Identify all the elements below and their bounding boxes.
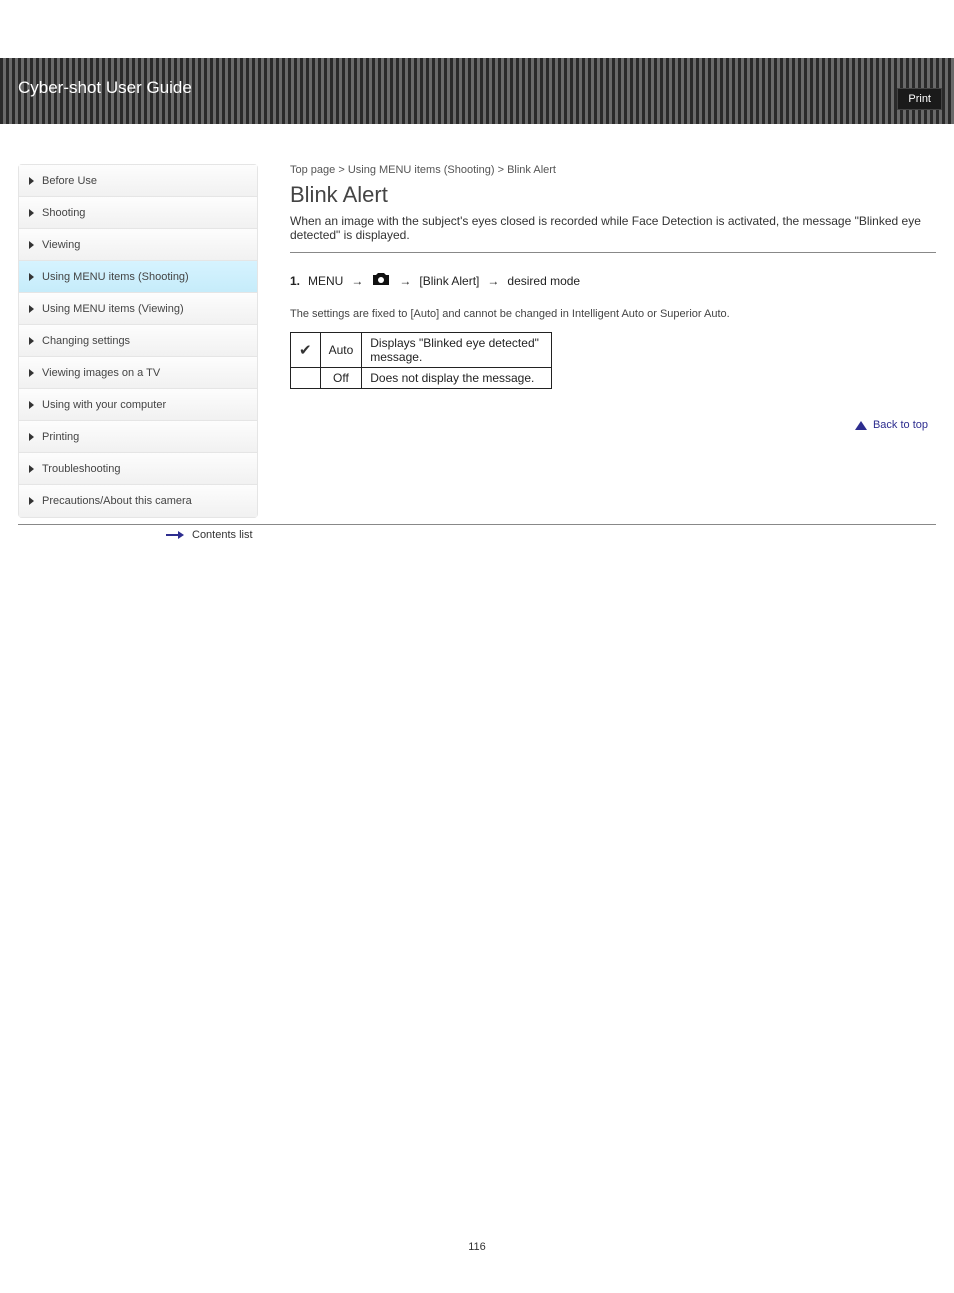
option-desc: Does not display the message. xyxy=(362,368,552,389)
caret-right-icon xyxy=(29,465,34,473)
sidebar-item-label: Viewing images on a TV xyxy=(42,367,160,379)
print-button[interactable]: Print xyxy=(897,88,942,110)
sidebar-item-changing-settings[interactable]: Changing settings xyxy=(19,325,257,357)
caret-right-icon xyxy=(29,369,34,377)
caret-right-icon xyxy=(29,433,34,441)
breadcrumb-part[interactable]: Top page xyxy=(290,164,335,176)
caret-right-icon xyxy=(29,337,34,345)
breadcrumb-part: Blink Alert xyxy=(507,164,556,176)
sidebar-item-menu-viewing[interactable]: Using MENU items (Viewing) xyxy=(19,293,257,325)
sidebar-item-label: Viewing xyxy=(42,239,80,251)
default-check-cell: ✔ xyxy=(291,333,321,368)
arrow-right-icon: → xyxy=(487,274,499,288)
triangle-up-icon xyxy=(855,421,867,430)
sidebar-item-menu-shooting[interactable]: Using MENU items (Shooting) xyxy=(19,261,257,293)
back-to-top-label: Back to top xyxy=(873,419,928,431)
sidebar-item-label: Using with your computer xyxy=(42,399,166,411)
divider xyxy=(290,252,936,253)
header-bar: Cyber-shot User Guide Print xyxy=(0,58,954,124)
caret-right-icon xyxy=(29,273,34,281)
page-title: Blink Alert xyxy=(290,182,936,208)
sidebar-item-before-use[interactable]: Before Use xyxy=(19,165,257,197)
sidebar-item-viewing-tv[interactable]: Viewing images on a TV xyxy=(19,357,257,389)
default-check-cell xyxy=(291,368,321,389)
sidebar-item-precautions[interactable]: Precautions/About this camera xyxy=(19,485,257,517)
caret-right-icon xyxy=(29,177,34,185)
breadcrumb: Top page > Using MENU items (Shooting) >… xyxy=(290,164,936,176)
caret-right-icon xyxy=(29,401,34,409)
sidebar-item-label: Using MENU items (Shooting) xyxy=(42,271,189,283)
sidebar-item-label: Precautions/About this camera xyxy=(42,495,192,507)
table-row: Off Does not display the message. xyxy=(291,368,552,389)
option-label: Auto xyxy=(320,333,362,368)
arrow-right-icon: → xyxy=(399,274,411,288)
arrow-right-icon: → xyxy=(351,274,363,288)
back-to-top-link[interactable]: Back to top xyxy=(290,419,928,431)
sidebar-item-troubleshooting[interactable]: Troubleshooting xyxy=(19,453,257,485)
camera-icon xyxy=(371,271,391,290)
sidebar-item-printing[interactable]: Printing xyxy=(19,421,257,453)
sidebar-item-label: Shooting xyxy=(42,207,85,219)
breadcrumb-part[interactable]: Using MENU items (Shooting) xyxy=(348,164,495,176)
sidebar-item-shooting[interactable]: Shooting xyxy=(19,197,257,229)
sidebar: Before Use Shooting Viewing Using MENU i… xyxy=(18,164,258,518)
sidebar-item-label: Changing settings xyxy=(42,335,130,347)
sidebar-item-label: Before Use xyxy=(42,175,97,187)
content-wrap: Before Use Shooting Viewing Using MENU i… xyxy=(0,124,954,518)
main-content: Top page > Using MENU items (Shooting) >… xyxy=(258,164,936,439)
caret-right-icon xyxy=(29,497,34,505)
sidebar-item-viewing[interactable]: Viewing xyxy=(19,229,257,261)
options-table: ✔ Auto Displays "Blinked eye detected" m… xyxy=(290,332,552,389)
flow-step: MENU xyxy=(308,274,343,288)
footer-line: Contents list xyxy=(18,524,936,541)
option-desc: Displays "Blinked eye detected" message. xyxy=(362,333,552,368)
sidebar-item-label: Troubleshooting xyxy=(42,463,120,475)
instruction-flow: 1. MENU → → [Blink Alert] → desired mode xyxy=(290,271,936,290)
option-label: Off xyxy=(320,368,362,389)
table-row: ✔ Auto Displays "Blinked eye detected" m… xyxy=(291,333,552,368)
caret-right-icon xyxy=(29,209,34,217)
note-text: The settings are fixed to [Auto] and can… xyxy=(290,308,936,320)
flow-step: desired mode xyxy=(507,274,580,288)
sidebar-item-label: Printing xyxy=(42,431,79,443)
sidebar-item-computer[interactable]: Using with your computer xyxy=(19,389,257,421)
contents-link[interactable]: Contents list xyxy=(192,529,253,541)
page-number: 116 xyxy=(0,1241,954,1253)
caret-right-icon xyxy=(29,241,34,249)
sidebar-item-label: Using MENU items (Viewing) xyxy=(42,303,184,315)
arrow-right-icon xyxy=(166,531,184,539)
step-number: 1. xyxy=(290,274,300,288)
check-icon: ✔ xyxy=(299,342,312,359)
header-title: Cyber-shot User Guide xyxy=(18,78,192,98)
flow-step: [Blink Alert] xyxy=(419,274,479,288)
caret-right-icon xyxy=(29,305,34,313)
intro-text: When an image with the subject's eyes cl… xyxy=(290,214,936,242)
